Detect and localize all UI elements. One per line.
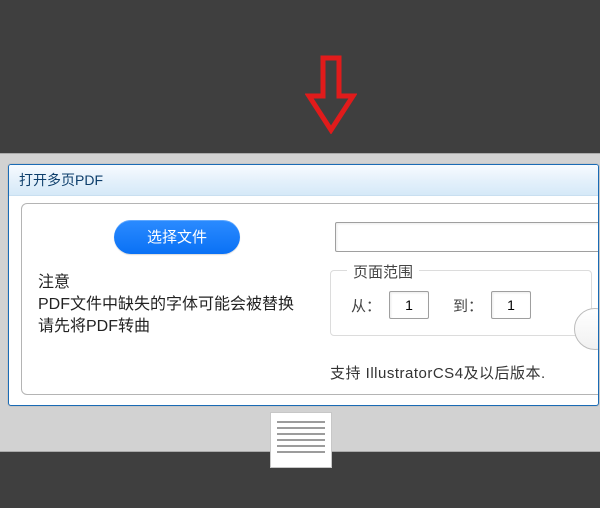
open-multipage-pdf-dialog: 打开多页PDF 选择文件 注意 PDF文件中缺失的字体可能会被替换 请先将PDF…: [8, 164, 599, 406]
notes-block: 注意 PDF文件中缺失的字体可能会被替换 请先将PDF转曲: [38, 272, 308, 338]
page-range-from-input[interactable]: [389, 291, 429, 319]
annotation-arrow-icon: [305, 54, 357, 134]
page-range-legend: 页面范围: [347, 261, 419, 282]
dialog-title: 打开多页PDF: [9, 165, 598, 196]
choose-file-button[interactable]: 选择文件: [114, 220, 240, 254]
file-path-input[interactable]: [335, 222, 599, 252]
page-range-to-input[interactable]: [491, 291, 531, 319]
notes-line: PDF文件中缺失的字体可能会被替换: [38, 294, 308, 316]
page-range-to-label: 到：: [453, 295, 483, 316]
page-range-group: 页面范围 从： 到：: [330, 270, 592, 336]
notes-line: 请先将PDF转曲: [38, 316, 308, 338]
page-range-from-label: 从：: [351, 295, 381, 316]
support-text: 支持 IllustratorCS4及以后版本.: [330, 362, 546, 383]
page-thumbnail: [270, 412, 332, 468]
notes-heading: 注意: [38, 272, 308, 294]
dialog-body: 选择文件 注意 PDF文件中缺失的字体可能会被替换 请先将PDF转曲 页面范围 …: [21, 203, 599, 395]
